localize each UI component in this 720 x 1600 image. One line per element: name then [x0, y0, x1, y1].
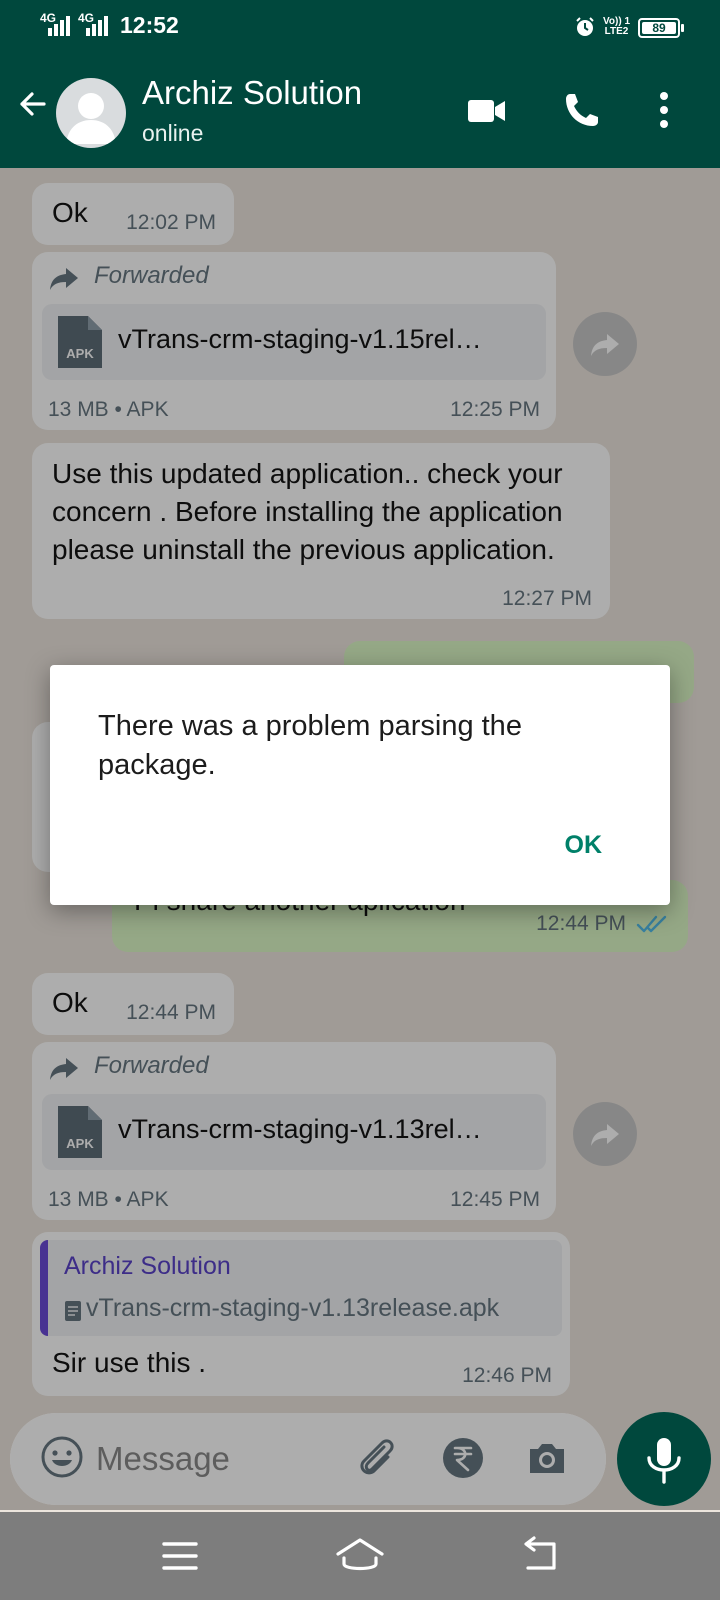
message-input-bar	[10, 1413, 606, 1505]
status-time: 12:52	[120, 12, 179, 38]
home-icon[interactable]	[334, 1530, 386, 1582]
signal-icon-2	[86, 16, 108, 36]
dialog-message: There was a problem parsing the package.	[98, 710, 522, 781]
contact-name[interactable]: Archiz Solution	[142, 74, 362, 112]
attach-icon[interactable]	[354, 1435, 400, 1481]
voice-record-button[interactable]	[617, 1412, 711, 1506]
parse-error-dialog: There was a problem parsing the package.…	[50, 665, 670, 905]
chat-header: Archiz Solution online	[0, 56, 720, 168]
system-navigation-bar	[0, 1512, 720, 1600]
alarm-icon	[576, 17, 594, 36]
signal-icon-1	[48, 16, 70, 36]
emoji-icon[interactable]	[40, 1435, 84, 1479]
contact-avatar[interactable]	[56, 78, 126, 148]
contact-status: online	[142, 120, 204, 146]
battery-level: 89	[652, 21, 666, 35]
back-nav-icon[interactable]	[512, 1530, 564, 1582]
camera-icon[interactable]	[524, 1435, 570, 1481]
microphone-icon	[647, 1438, 681, 1484]
status-bar: 4G 4G 12:52 Vo)) 1 LTE2 89	[0, 0, 720, 56]
recent-apps-icon[interactable]	[154, 1530, 206, 1582]
voice-call-icon[interactable]	[560, 88, 604, 132]
battery-icon: 89	[638, 18, 684, 38]
more-options-icon[interactable]	[642, 88, 686, 132]
volte-indicator: Vo)) 1 LTE2	[603, 16, 631, 37]
default-avatar-icon	[66, 93, 116, 144]
dialog-ok-button[interactable]: OK	[565, 831, 603, 860]
message-input[interactable]	[96, 1431, 346, 1487]
back-arrow-icon[interactable]	[14, 86, 50, 122]
payment-rupee-icon[interactable]	[440, 1435, 486, 1481]
video-call-icon[interactable]	[464, 88, 508, 132]
